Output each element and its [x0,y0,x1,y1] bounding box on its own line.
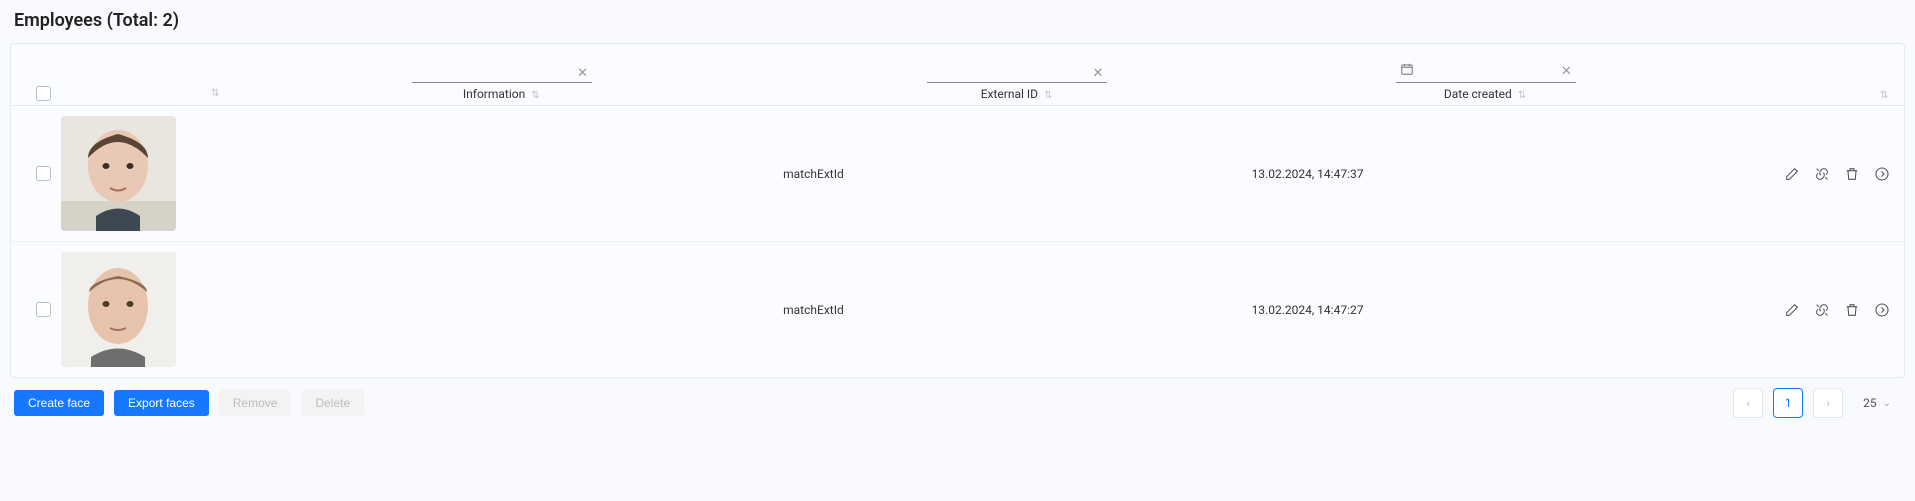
row-checkbox[interactable] [36,166,51,181]
pagination: ‹ 1 › 25 ⌄ [1733,388,1901,418]
trash-icon[interactable] [1844,166,1860,182]
page-size-select[interactable]: 25 ⌄ [1853,388,1901,418]
avatar[interactable] [61,116,176,231]
remove-button: Remove [219,390,292,416]
unlink-icon[interactable] [1814,166,1830,182]
row-actions [1720,302,1890,318]
unlink-icon[interactable] [1814,302,1830,318]
clear-icon[interactable]: ✕ [1092,67,1103,80]
chevron-left-icon: ‹ [1746,396,1750,410]
header-information: ✕ Information ⇅ [221,66,783,101]
select-all-checkbox[interactable] [36,86,51,101]
go-icon[interactable] [1874,302,1890,318]
clear-icon[interactable]: ✕ [1561,65,1572,78]
trash-icon[interactable] [1844,302,1860,318]
table-row: matchExtId 13.02.2024, 14:47:27 [11,242,1904,377]
edit-icon[interactable] [1784,166,1800,182]
footer-actions: Create face Export faces Remove Delete [14,390,364,416]
row-checkbox-cell [25,302,61,317]
chevron-down-icon: ⌄ [1883,398,1891,409]
title-total-label: Total [113,10,153,31]
go-icon[interactable] [1874,166,1890,182]
sort-actions[interactable]: ⇅ [1880,91,1890,101]
col-date-label: Date created [1444,87,1512,101]
row-external-id: matchExtId [783,303,1251,317]
next-page-button: › [1813,388,1843,418]
header-avatar-cell: ⇅ [61,89,221,101]
header-checkbox-cell [25,76,61,101]
table-header: ⇅ ✕ Information ⇅ ✕ External ID ⇅ [11,44,1904,106]
filter-date[interactable]: ✕ [1396,62,1576,83]
current-page[interactable]: 1 [1773,388,1803,418]
sort-date[interactable]: ⇅ [1518,91,1528,101]
clear-icon[interactable]: ✕ [577,67,588,80]
row-checkbox[interactable] [36,302,51,317]
table-row: matchExtId 13.02.2024, 14:47:37 [11,106,1904,242]
row-avatar-cell [61,116,221,231]
row-checkbox-cell [25,166,61,181]
sort-avatar[interactable]: ⇅ [211,89,221,99]
page-size-value: 25 [1863,396,1877,410]
prev-page-button: ‹ [1733,388,1763,418]
col-information-label: Information [463,87,525,101]
row-actions [1720,166,1890,182]
row-external-id: matchExtId [783,167,1251,181]
filter-date-input[interactable] [1420,64,1555,78]
export-faces-button[interactable]: Export faces [114,390,209,416]
delete-button: Delete [301,390,364,416]
page-title: Employees (Total: 2) [10,10,1905,31]
title-prefix: Employees [14,10,102,31]
title-total-count: 2 [163,10,173,31]
filter-external-id-input[interactable] [931,66,1086,80]
employees-table: ⇅ ✕ Information ⇅ ✕ External ID ⇅ [10,43,1905,378]
calendar-icon[interactable] [1400,62,1414,80]
sort-information[interactable]: ⇅ [531,91,541,101]
row-avatar-cell [61,252,221,367]
row-date-created: 13.02.2024, 14:47:37 [1252,167,1720,181]
header-actions: ⇅ [1720,91,1890,101]
col-external-id-label: External ID [981,87,1038,101]
header-external-id: ✕ External ID ⇅ [783,66,1251,101]
filter-external-id[interactable]: ✕ [927,66,1107,83]
edit-icon[interactable] [1784,302,1800,318]
avatar[interactable] [61,252,176,367]
filter-information-input[interactable] [416,66,571,80]
filter-information[interactable]: ✕ [412,66,592,83]
create-face-button[interactable]: Create face [14,390,104,416]
row-date-created: 13.02.2024, 14:47:27 [1252,303,1720,317]
sort-external-id[interactable]: ⇅ [1044,91,1054,101]
header-date-created: ✕ Date created ⇅ [1252,62,1720,101]
chevron-right-icon: › [1826,396,1830,410]
footer: Create face Export faces Remove Delete ‹… [10,378,1905,420]
